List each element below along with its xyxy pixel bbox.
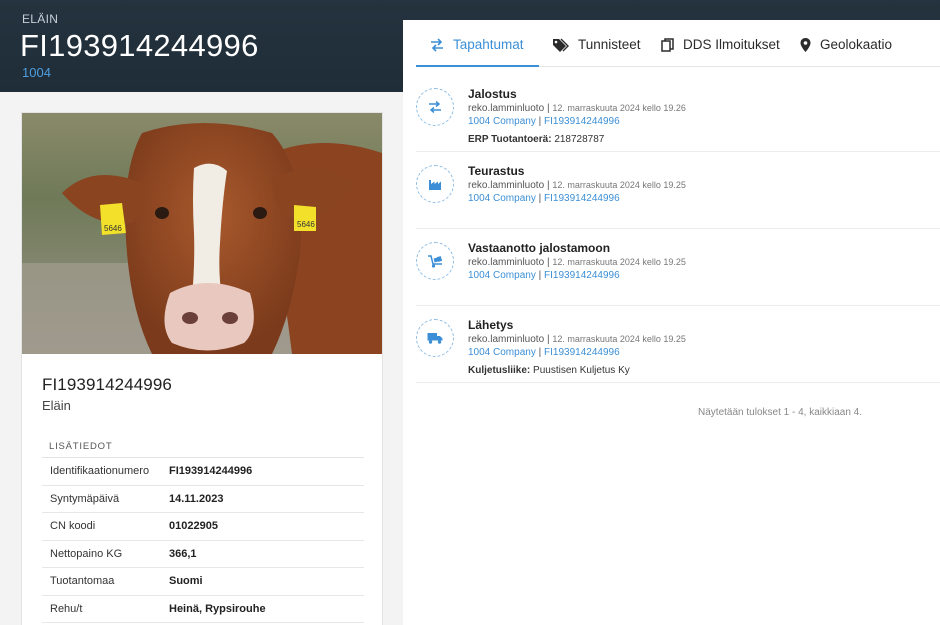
event-list: Jalostus reko.lamminluoto | 12. marrasku… xyxy=(416,75,940,383)
event-links: 1004 Company | FI193914244996 xyxy=(468,270,620,281)
details-row-id: Identifikaationumero FI193914244996 xyxy=(42,458,364,486)
detail-value: Suomi xyxy=(169,575,203,588)
event-separator: | xyxy=(538,193,542,204)
detail-value: 366,1 xyxy=(169,547,197,560)
tab-geolocation[interactable]: Geolokaatio xyxy=(800,37,892,67)
detail-label: Rehu/t xyxy=(50,602,83,615)
event-item: Lähetys reko.lamminluoto | 12. marraskuu… xyxy=(416,306,940,383)
events-panel: Tapahtumat Tunnisteet DDS Ilmoitukset Ge… xyxy=(403,20,940,625)
detail-value: FI193914244996 xyxy=(169,465,253,478)
tab-label: Tunnisteet xyxy=(578,37,641,52)
event-time: 12. marraskuuta 2024 kello 19.25 xyxy=(552,257,686,267)
page-title: FI193914244996 xyxy=(20,28,259,63)
arrows-exchange-icon xyxy=(430,38,444,52)
svg-text:5646: 5646 xyxy=(297,220,315,229)
event-meta: reko.lamminluoto | 12. marraskuuta 2024 … xyxy=(468,180,686,191)
tab-tags[interactable]: Tunnisteet xyxy=(552,37,641,67)
tab-dds-notices[interactable]: DDS Ilmoitukset xyxy=(661,37,780,67)
event-links: 1004 Company | FI193914244996 xyxy=(468,347,620,358)
detail-label: Nettopaino KG xyxy=(50,547,123,560)
tag-icon xyxy=(552,38,569,52)
factory-icon xyxy=(416,165,454,203)
event-user: reko.lamminluoto xyxy=(468,103,545,114)
map-marker-icon xyxy=(800,38,811,52)
event-links: 1004 Company | FI193914244996 xyxy=(468,193,620,204)
company-link[interactable]: 1004 Company xyxy=(468,270,536,281)
company-link[interactable]: 1004 Company xyxy=(468,116,536,127)
page: ELÄIN FI193914244996 1004 5646 5646 FI19… xyxy=(0,0,940,625)
event-item: Teurastus reko.lamminluoto | 12. marrask… xyxy=(416,152,940,229)
details-heading: LISÄTIEDOT xyxy=(42,435,364,458)
event-meta: reko.lamminluoto | 12. marraskuuta 2024 … xyxy=(468,103,686,114)
event-title: Jalostus xyxy=(468,87,517,101)
event-item: Jalostus reko.lamminluoto | 12. marrasku… xyxy=(416,75,940,152)
details-table: LISÄTIEDOT Identifikaationumero FI193914… xyxy=(42,435,364,623)
event-user: reko.lamminluoto xyxy=(468,334,545,345)
event-links: 1004 Company | FI193914244996 xyxy=(468,116,620,127)
event-extra-value: Puustisen Kuljetus Ky xyxy=(533,365,630,376)
item-link[interactable]: FI193914244996 xyxy=(544,270,620,281)
detail-value: Heinä, Rypsirouhe xyxy=(169,602,266,615)
animal-card: 5646 5646 FI193914244996 Eläin LISÄTIEDO… xyxy=(21,112,383,625)
event-extra-label: Kuljetusliike: xyxy=(468,365,531,376)
tab-events[interactable]: Tapahtumat xyxy=(416,37,539,67)
event-separator: | xyxy=(546,257,550,268)
company-link[interactable]: 1004 Company xyxy=(468,347,536,358)
event-separator: | xyxy=(546,334,550,345)
truck-icon xyxy=(416,319,454,357)
event-extra-label: ERP Tuotantoerä: xyxy=(468,134,552,145)
event-meta: reko.lamminluoto | 12. marraskuuta 2024 … xyxy=(468,257,686,268)
event-title: Lähetys xyxy=(468,318,514,332)
arrows-exchange-icon xyxy=(416,88,454,126)
company-link[interactable]: 1004 Company xyxy=(468,193,536,204)
detail-label: Syntymäpäivä xyxy=(50,492,120,505)
item-link[interactable]: FI193914244996 xyxy=(544,193,620,204)
tab-label: DDS Ilmoitukset xyxy=(683,37,780,52)
dolly-icon xyxy=(416,242,454,280)
detail-label: Tuotantomaa xyxy=(50,575,115,588)
event-separator: | xyxy=(538,347,542,358)
page-kicker: ELÄIN xyxy=(22,12,59,26)
item-link[interactable]: FI193914244996 xyxy=(544,116,620,127)
event-time: 12. marraskuuta 2024 kello 19.25 xyxy=(552,180,686,190)
page-subtitle[interactable]: 1004 xyxy=(22,65,51,80)
detail-label: CN koodi xyxy=(50,520,96,533)
event-item: Vastaanotto jalostamoon reko.lamminluoto… xyxy=(416,229,940,306)
details-row-cn-code: CN koodi 01022905 xyxy=(42,513,364,541)
details-row-feed: Rehu/t Heinä, Rypsirouhe xyxy=(42,596,364,623)
event-separator: | xyxy=(538,270,542,281)
animal-id: FI193914244996 xyxy=(42,375,172,394)
event-title: Vastaanotto jalostamoon xyxy=(468,241,611,255)
event-extra-value: 218728787 xyxy=(554,134,605,145)
animal-type: Eläin xyxy=(42,398,71,413)
event-meta: reko.lamminluoto | 12. marraskuuta 2024 … xyxy=(468,334,686,345)
copy-icon xyxy=(661,38,674,52)
event-separator: | xyxy=(538,116,542,127)
results-summary: Näytetään tulokset 1 - 4, kaikkiaan 4. xyxy=(698,407,862,418)
event-extra: Kuljetusliike: Puustisen Kuljetus Ky xyxy=(468,365,630,376)
event-time: 12. marraskuuta 2024 kello 19.25 xyxy=(552,334,686,344)
event-extra: ERP Tuotantoerä: 218728787 xyxy=(468,134,604,145)
event-title: Teurastus xyxy=(468,164,525,178)
svg-text:5646: 5646 xyxy=(104,224,122,233)
event-separator: | xyxy=(546,180,550,191)
detail-value: 01022905 xyxy=(169,520,218,533)
animal-photo: 5646 5646 xyxy=(22,113,382,354)
detail-value: 14.11.2023 xyxy=(169,492,224,505)
item-link[interactable]: FI193914244996 xyxy=(544,347,620,358)
details-row-country: Tuotantomaa Suomi xyxy=(42,568,364,596)
detail-label: Identifikaationumero xyxy=(50,465,150,478)
event-user: reko.lamminluoto xyxy=(468,257,545,268)
details-row-net-weight: Nettopaino KG 366,1 xyxy=(42,541,364,568)
details-row-birthdate: Syntymäpäivä 14.11.2023 xyxy=(42,486,364,513)
event-user: reko.lamminluoto xyxy=(468,180,545,191)
tab-label: Geolokaatio xyxy=(820,37,893,52)
tab-label: Tapahtumat xyxy=(453,37,524,52)
event-time: 12. marraskuuta 2024 kello 19.26 xyxy=(552,103,686,113)
event-separator: | xyxy=(546,103,550,114)
tab-bar: Tapahtumat Tunnisteet DDS Ilmoitukset Ge… xyxy=(416,37,940,67)
